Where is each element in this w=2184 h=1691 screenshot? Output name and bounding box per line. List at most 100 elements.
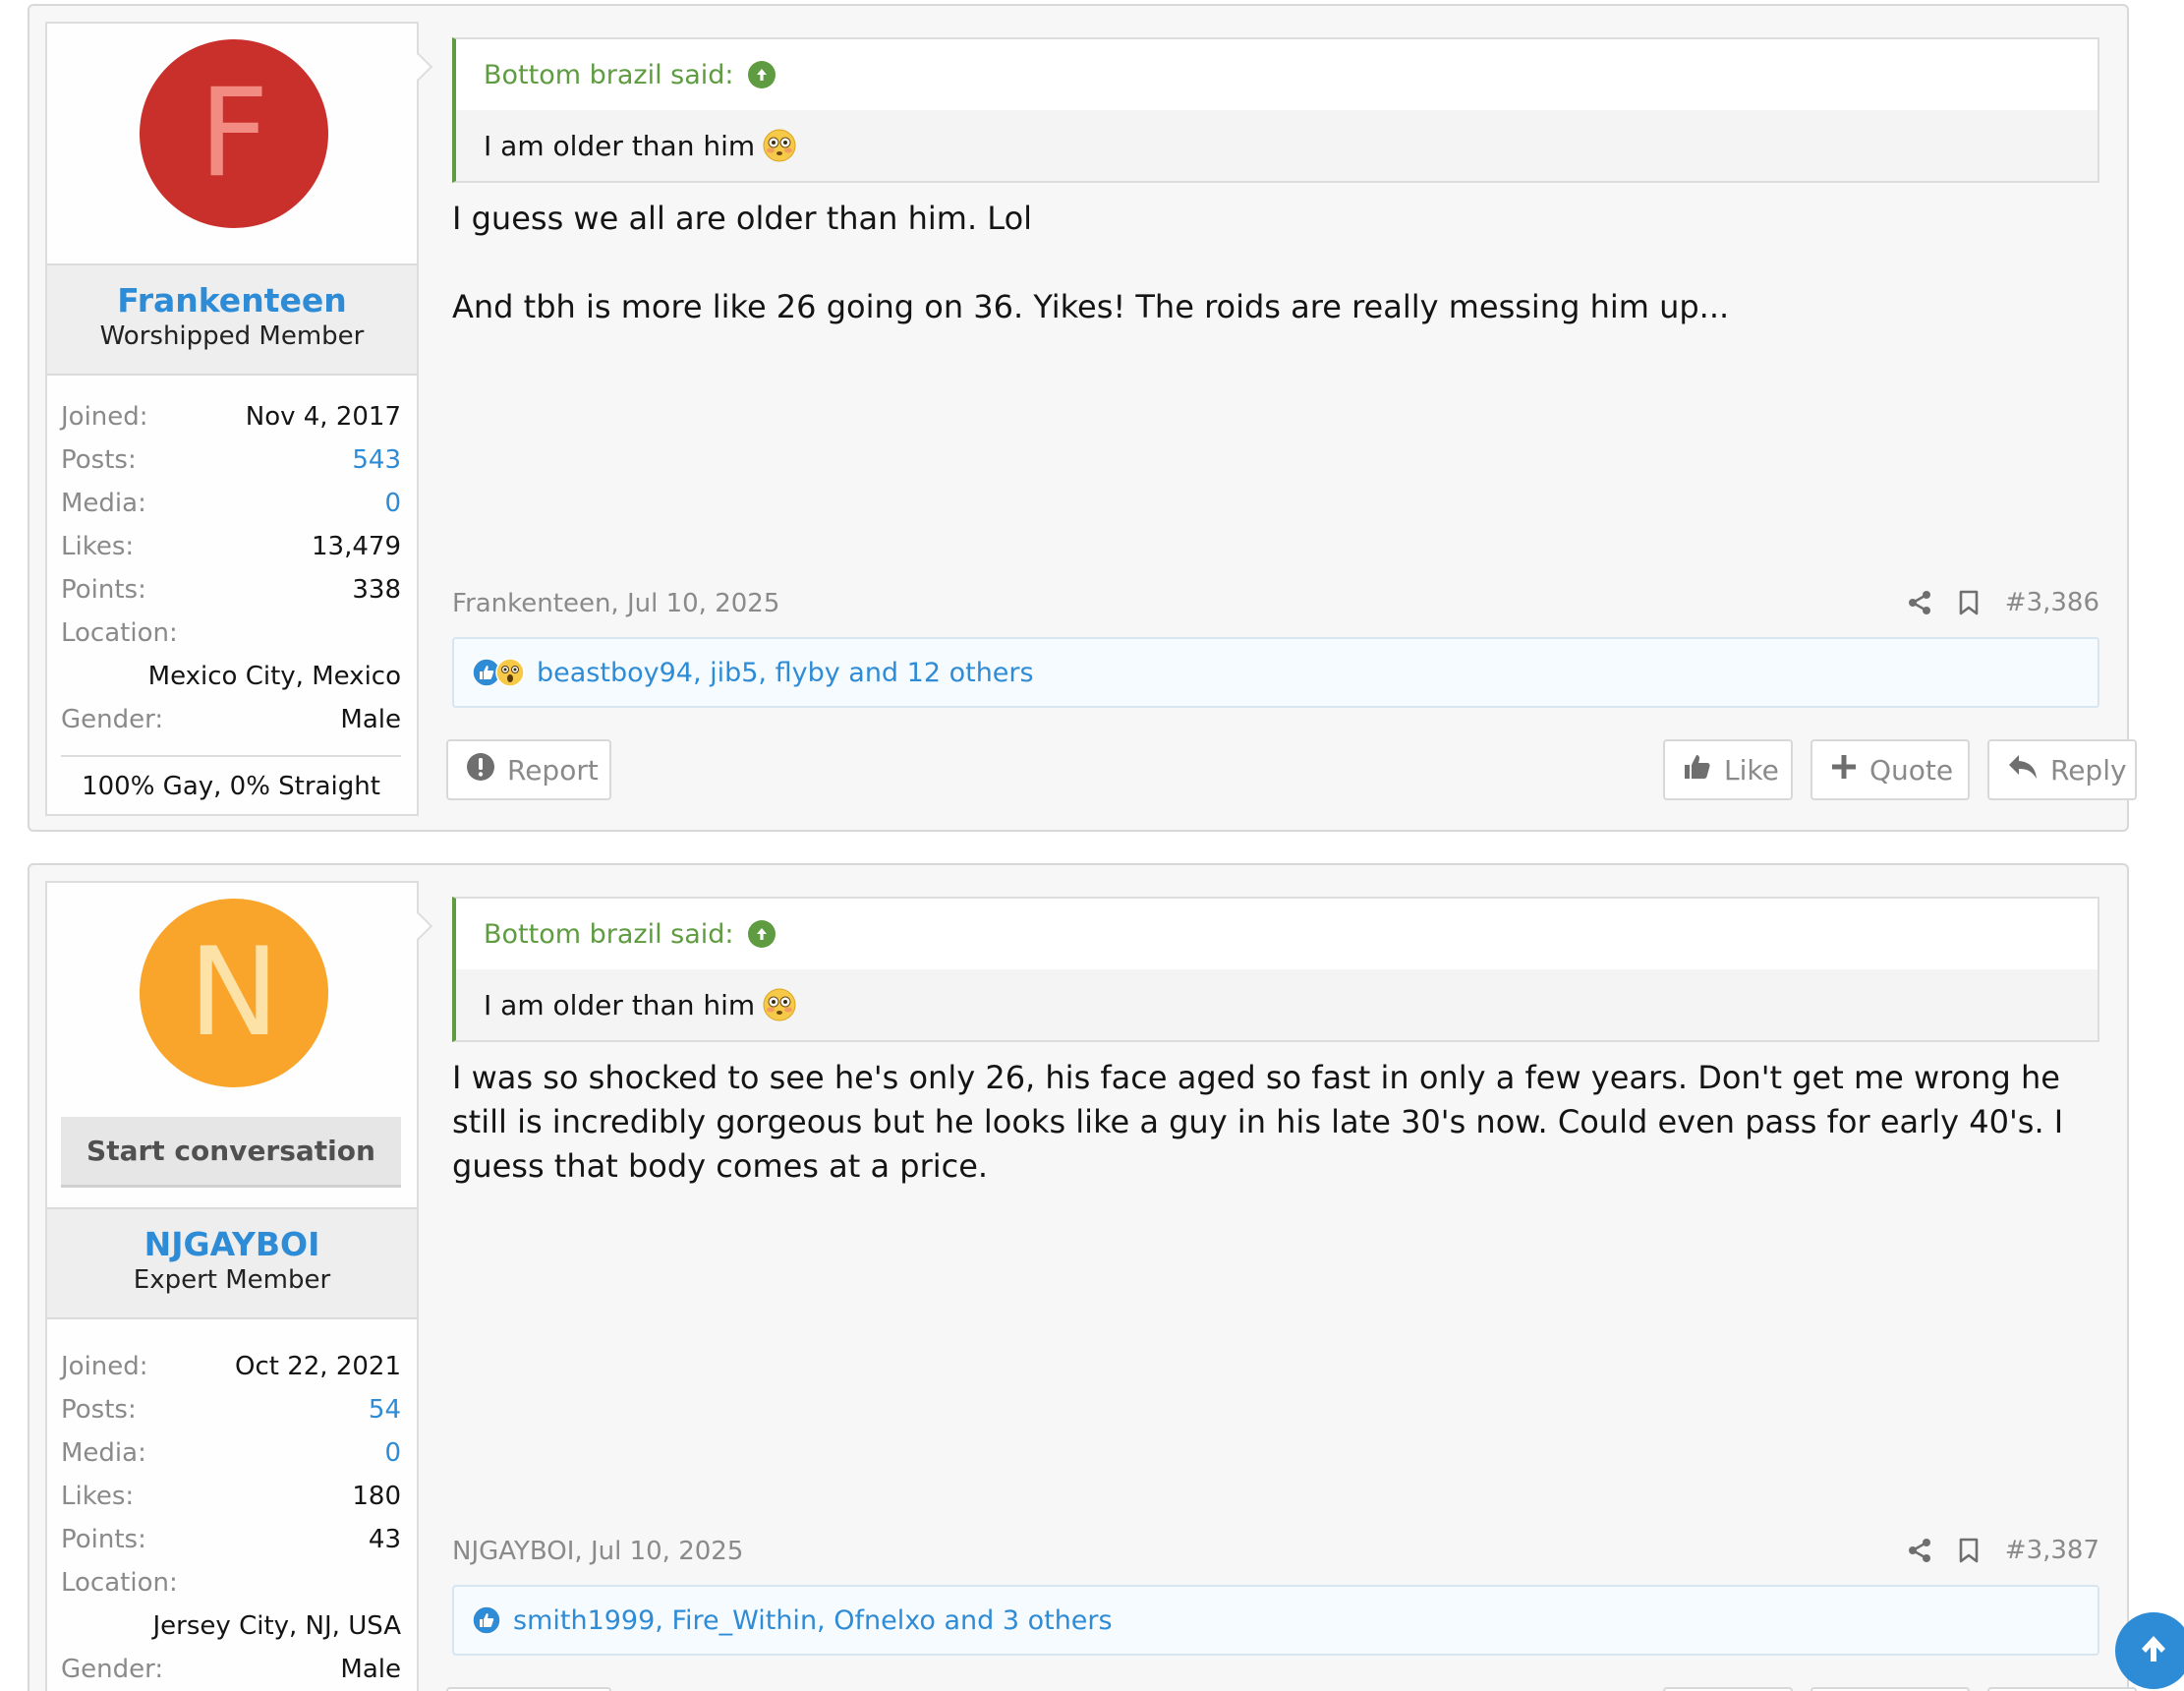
post-3387: N Start conversation NJGAYBOI Expert Mem… bbox=[28, 863, 2137, 1691]
quote-author: Bottom brazil said: bbox=[484, 59, 734, 90]
user-block: Frankenteen Worshipped Member bbox=[47, 263, 417, 376]
stat-label: Media: bbox=[61, 489, 146, 518]
user-stats: Joined: Oct 22, 2021 Posts: 54 Media: 0 … bbox=[61, 1345, 401, 1691]
post-actions: Report Like Quote Reply bbox=[446, 739, 2137, 802]
stat-value: 338 bbox=[352, 575, 401, 605]
message-body: I guess we all are older than him. Lol A… bbox=[452, 197, 2099, 329]
message-paragraph: I was so shocked to see he's only 26, hi… bbox=[452, 1059, 2064, 1185]
arrow-up-icon[interactable] bbox=[747, 920, 776, 948]
stat-label: Points: bbox=[61, 575, 146, 605]
posts-count-link[interactable]: 54 bbox=[369, 1388, 401, 1431]
user-cell: N Start conversation NJGAYBOI Expert Mem… bbox=[45, 881, 433, 1691]
avatar[interactable]: N bbox=[140, 899, 328, 1087]
reactions-list[interactable]: beastboy94, jib5, flyby and 12 others bbox=[537, 658, 1034, 688]
username-link[interactable]: Frankenteen bbox=[47, 281, 417, 321]
avatar-letter: F bbox=[199, 63, 269, 204]
share-icon[interactable] bbox=[1907, 590, 1932, 615]
message-paragraph: And tbh is more like 26 going on 36. Yik… bbox=[452, 288, 1730, 325]
location-value: Mexico City, Mexico bbox=[147, 662, 401, 691]
stat-label: Location: bbox=[61, 1568, 178, 1598]
reply-button[interactable]: Reply bbox=[1987, 739, 2137, 800]
stat-label: Likes: bbox=[61, 532, 135, 561]
stat-likes: Likes: 180 bbox=[61, 1475, 401, 1518]
quote-header[interactable]: Bottom brazil said: bbox=[456, 899, 2098, 969]
stat-label: Joined: bbox=[61, 1352, 148, 1381]
post-meta: Frankenteen, Jul 10, 2025 #3,386 bbox=[452, 584, 2099, 623]
quote-text: I am older than him bbox=[484, 988, 756, 1021]
flushed-emoji-icon bbox=[763, 129, 796, 162]
reply-button[interactable] bbox=[1987, 1687, 2137, 1691]
stat-media: Media: 0 bbox=[61, 1431, 401, 1475]
post-number-link[interactable]: #3,387 bbox=[2005, 1536, 2099, 1565]
username-link[interactable]: NJGAYBOI bbox=[47, 1225, 417, 1264]
avatar[interactable]: F bbox=[140, 39, 328, 228]
stat-value: 180 bbox=[352, 1482, 401, 1511]
reaction-icons bbox=[472, 658, 525, 687]
stat-media: Media: 0 bbox=[61, 482, 401, 525]
arrow-up-icon[interactable] bbox=[747, 61, 776, 88]
warning-icon bbox=[466, 752, 495, 788]
stat-value: Male bbox=[340, 1655, 401, 1684]
reply-arrow-icon bbox=[2007, 752, 2039, 788]
like-button[interactable] bbox=[1663, 1687, 1793, 1691]
quote-text: I am older than him bbox=[484, 129, 756, 162]
user-title: Expert Member bbox=[133, 1265, 331, 1295]
bookmark-icon[interactable] bbox=[1958, 590, 1980, 615]
stat-gender: Gender: Male bbox=[61, 1648, 401, 1691]
custom-user-field: 100% Gay, 0% Straight bbox=[61, 755, 401, 806]
stat-points: Points: 43 bbox=[61, 1518, 401, 1561]
stat-value: 43 bbox=[368, 1525, 401, 1554]
flushed-emoji-icon bbox=[763, 988, 796, 1021]
reactions-list[interactable]: smith1999, Fire_Within, Ofnelxo and 3 ot… bbox=[513, 1605, 1113, 1636]
stat-label: Posts: bbox=[61, 445, 137, 475]
message-paragraph: I guess we all are older than him. Lol bbox=[452, 200, 1033, 237]
stat-label: Likes: bbox=[61, 1482, 135, 1511]
thumbs-up-icon bbox=[1683, 752, 1712, 788]
quote-header[interactable]: Bottom brazil said: bbox=[456, 39, 2098, 110]
scroll-to-top-button[interactable] bbox=[2115, 1612, 2184, 1689]
like-reaction-icon bbox=[472, 1605, 501, 1635]
user-title: Worshipped Member bbox=[99, 321, 365, 351]
stat-posts: Posts: 54 bbox=[61, 1388, 401, 1431]
stat-likes: Likes: 13,479 bbox=[61, 525, 401, 568]
post-meta: NJGAYBOI, Jul 10, 2025 #3,387 bbox=[452, 1532, 2099, 1571]
wow-reaction-icon bbox=[495, 658, 525, 687]
stat-joined: Joined: Nov 4, 2017 bbox=[61, 395, 401, 438]
stat-label: Joined: bbox=[61, 402, 148, 432]
stat-label: Gender: bbox=[61, 705, 164, 734]
stat-location: Location: bbox=[61, 1561, 401, 1604]
user-stats: Joined: Nov 4, 2017 Posts: 543 Media: 0 … bbox=[61, 395, 401, 806]
message-body: I was so shocked to see he's only 26, hi… bbox=[452, 1056, 2099, 1189]
report-button[interactable]: Report bbox=[446, 739, 611, 800]
user-block: NJGAYBOI Expert Member bbox=[47, 1207, 417, 1319]
user-cell-arrow bbox=[404, 52, 433, 82]
post-3386: F Frankenteen Worshipped Member Joined: … bbox=[28, 4, 2137, 832]
message-main: Bottom brazil said: I am older than him bbox=[452, 37, 2099, 329]
quote-button[interactable]: Quote bbox=[1810, 739, 1970, 800]
media-count-link[interactable]: 0 bbox=[384, 482, 401, 525]
bookmark-icon[interactable] bbox=[1958, 1538, 1980, 1563]
posts-count-link[interactable]: 543 bbox=[352, 438, 401, 482]
plus-icon bbox=[1830, 753, 1858, 787]
stat-gender: Gender: Male bbox=[61, 698, 401, 741]
quote-button[interactable] bbox=[1810, 1687, 1970, 1691]
stat-value: Male bbox=[340, 705, 401, 734]
reactions-bar[interactable]: smith1999, Fire_Within, Ofnelxo and 3 ot… bbox=[452, 1585, 2099, 1656]
stat-label: Media: bbox=[61, 1438, 146, 1468]
share-icon[interactable] bbox=[1907, 1538, 1932, 1563]
media-count-link[interactable]: 0 bbox=[384, 1431, 401, 1475]
post-author-date[interactable]: NJGAYBOI, Jul 10, 2025 bbox=[452, 1532, 743, 1571]
start-conversation-button[interactable]: Start conversation bbox=[61, 1117, 401, 1188]
like-button[interactable]: Like bbox=[1663, 739, 1793, 800]
stat-posts: Posts: 543 bbox=[61, 438, 401, 482]
user-cell-arrow bbox=[404, 911, 433, 941]
report-button[interactable] bbox=[446, 1687, 611, 1691]
location-value: Jersey City, NJ, USA bbox=[152, 1611, 401, 1641]
stat-label: Posts: bbox=[61, 1395, 137, 1425]
reactions-bar[interactable]: beastboy94, jib5, flyby and 12 others bbox=[452, 637, 2099, 708]
arrow-up-icon bbox=[2137, 1632, 2170, 1669]
post-number-link[interactable]: #3,386 bbox=[2005, 588, 2099, 617]
message-main: Bottom brazil said: I am older than him bbox=[452, 897, 2099, 1189]
quote-body: I am older than him bbox=[456, 969, 2098, 1040]
post-author-date[interactable]: Frankenteen, Jul 10, 2025 bbox=[452, 584, 779, 623]
